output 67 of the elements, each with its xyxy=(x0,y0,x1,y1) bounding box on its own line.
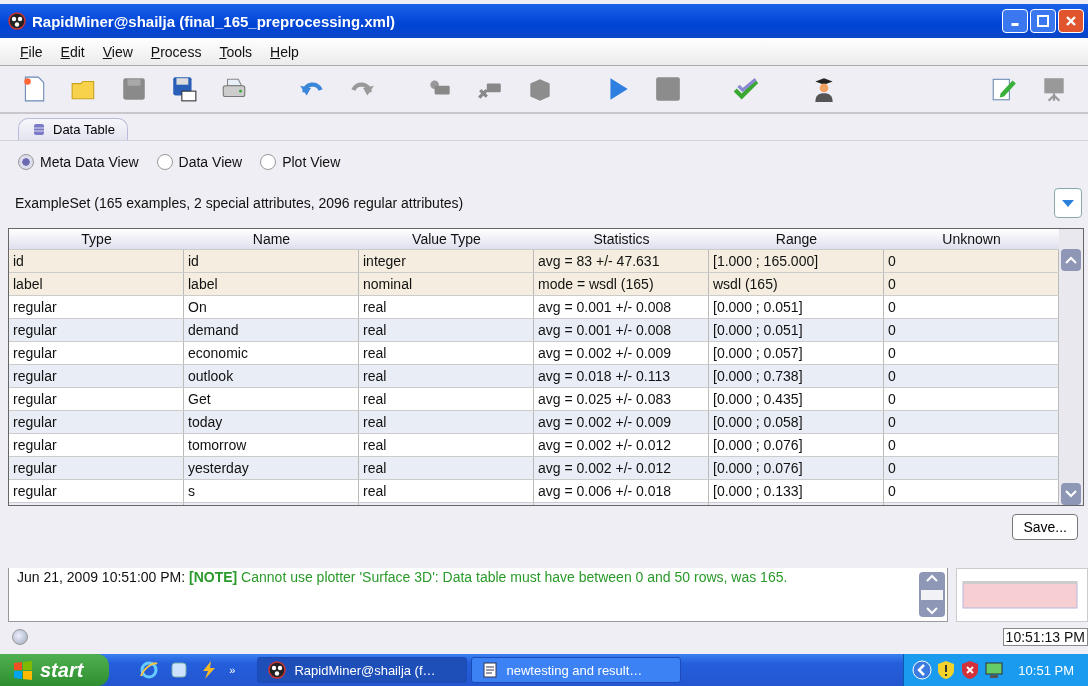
caret-down-icon xyxy=(1061,198,1075,208)
windows-flag-icon xyxy=(12,660,34,680)
chevron-up-icon xyxy=(1065,256,1077,264)
column-header[interactable]: Range xyxy=(709,229,884,249)
menu-item[interactable]: Process xyxy=(150,43,202,60)
menu-item[interactable]: Tools xyxy=(219,43,253,60)
table-row[interactable]: regular tomorrow real avg = 0.002 +/- 0.012 [0.000 ; 0.076] 0 xyxy=(9,433,1059,456)
column-header[interactable]: Statistics xyxy=(534,229,709,249)
table-row[interactable]: regular Get real avg = 0.025 +/- 0.083 [0.000 ; 0.435] 0 xyxy=(9,387,1059,410)
shield-error-icon[interactable] xyxy=(960,660,981,680)
table-row[interactable]: regular outlook real avg = 0.018 +/- 0.113 [0.000 ; 0.738] 0 xyxy=(9,364,1059,387)
chevron-up-icon xyxy=(924,572,940,584)
close-button[interactable] xyxy=(1058,9,1084,33)
window-title: RapidMiner@shailja (final_165_preprocessing.xml) xyxy=(32,12,396,30)
column-header[interactable]: Name xyxy=(184,229,359,249)
maximize-icon xyxy=(1037,15,1049,27)
menu-item[interactable]: View xyxy=(102,43,133,60)
table-row[interactable]: regular s real avg = 0.006 +/- 0.018 [0.000 ; 0.133] 0 xyxy=(9,479,1059,502)
taskbar-clock: 10:51 PM xyxy=(1018,662,1074,678)
chevron-down-icon xyxy=(1065,490,1077,498)
shield-warning-icon[interactable] xyxy=(936,660,957,680)
taskbar-button[interactable]: RapidMiner@shailja (f… xyxy=(257,657,468,683)
radio-button[interactable] xyxy=(156,154,173,170)
table-row[interactable]: label label nominal mode = wsdl (165) wsdl (165) 0 xyxy=(9,272,1059,295)
maximize-button[interactable] xyxy=(1030,9,1056,33)
table-row[interactable]: id id integer avg = 83 +/- 47.631 [1.000 ; 165.000] 0 xyxy=(9,249,1059,272)
example-set-summary: ExampleSet (165 examples, 2 special attributes, 2096 regular attributes) xyxy=(15,195,464,211)
data-table-tab[interactable]: Data Table xyxy=(18,118,128,140)
more-button[interactable]: » xyxy=(229,664,236,676)
close-icon xyxy=(1065,15,1077,27)
vertical-scrollbar[interactable] xyxy=(1059,229,1083,505)
minimize-icon xyxy=(1011,23,1019,26)
browser-icon[interactable] xyxy=(139,660,160,680)
taskbar-button[interactable]: newtesting and result… xyxy=(471,657,682,683)
menu-item[interactable]: File xyxy=(20,43,43,60)
menu-item[interactable]: Edit xyxy=(60,43,85,60)
column-header[interactable]: Unknown xyxy=(884,229,1059,249)
save-button[interactable]: Save... xyxy=(1012,514,1078,540)
column-header[interactable]: Type xyxy=(9,229,184,249)
monitor-icon[interactable] xyxy=(984,660,1005,680)
menu-item[interactable]: Help xyxy=(270,43,299,60)
status-indicator-icon xyxy=(12,629,28,645)
log-scrollbar[interactable] xyxy=(919,572,945,617)
document-icon xyxy=(482,662,499,678)
chevron-down-icon xyxy=(924,605,940,617)
table-row[interactable]: regular today real avg = 0.002 +/- 0.009 [0.000 ; 0.058] 0 xyxy=(9,410,1059,433)
radio-button[interactable] xyxy=(260,154,277,170)
radio-button[interactable] xyxy=(18,154,34,170)
dropdown-button[interactable] xyxy=(1054,188,1082,218)
stop-icon[interactable] xyxy=(654,75,682,103)
save-as-icon[interactable] xyxy=(170,75,198,103)
desktop-icon[interactable] xyxy=(169,660,190,680)
app-logo-icon xyxy=(268,661,287,679)
log-message: Jun 21, 2009 10:51:00 PM: [NOTE] Cannot use plotter 'Surface 3D': Data table must have between 0 and 50 rows, was 165. xyxy=(16,568,789,587)
table-row[interactable]: regular demand real avg = 0.001 +/- 0.008 [0.000 ; 0.051] 0 xyxy=(9,318,1059,341)
minimize-button[interactable] xyxy=(1002,9,1028,33)
table-row[interactable]: regular yesterday real avg = 0.002 +/- 0.012 [0.000 ; 0.076] 0 xyxy=(9,456,1059,479)
table-row[interactable]: regular economic real avg = 0.002 +/- 0.009 [0.000 ; 0.057] 0 xyxy=(9,341,1059,364)
view-radio[interactable]: Meta Data View xyxy=(18,154,139,170)
save-icon[interactable] xyxy=(120,75,148,103)
view-radio[interactable]: Plot View xyxy=(260,154,341,170)
status-clock: 10:51:13 PM xyxy=(1002,628,1088,646)
app-logo-icon xyxy=(8,12,26,30)
column-header[interactable]: Value Type xyxy=(359,229,534,249)
database-icon xyxy=(33,123,45,136)
view-radio[interactable]: Data View xyxy=(156,154,243,170)
table-row[interactable]: regular On real avg = 0.001 +/- 0.008 [0.000 ; 0.051] 0 xyxy=(9,295,1059,318)
